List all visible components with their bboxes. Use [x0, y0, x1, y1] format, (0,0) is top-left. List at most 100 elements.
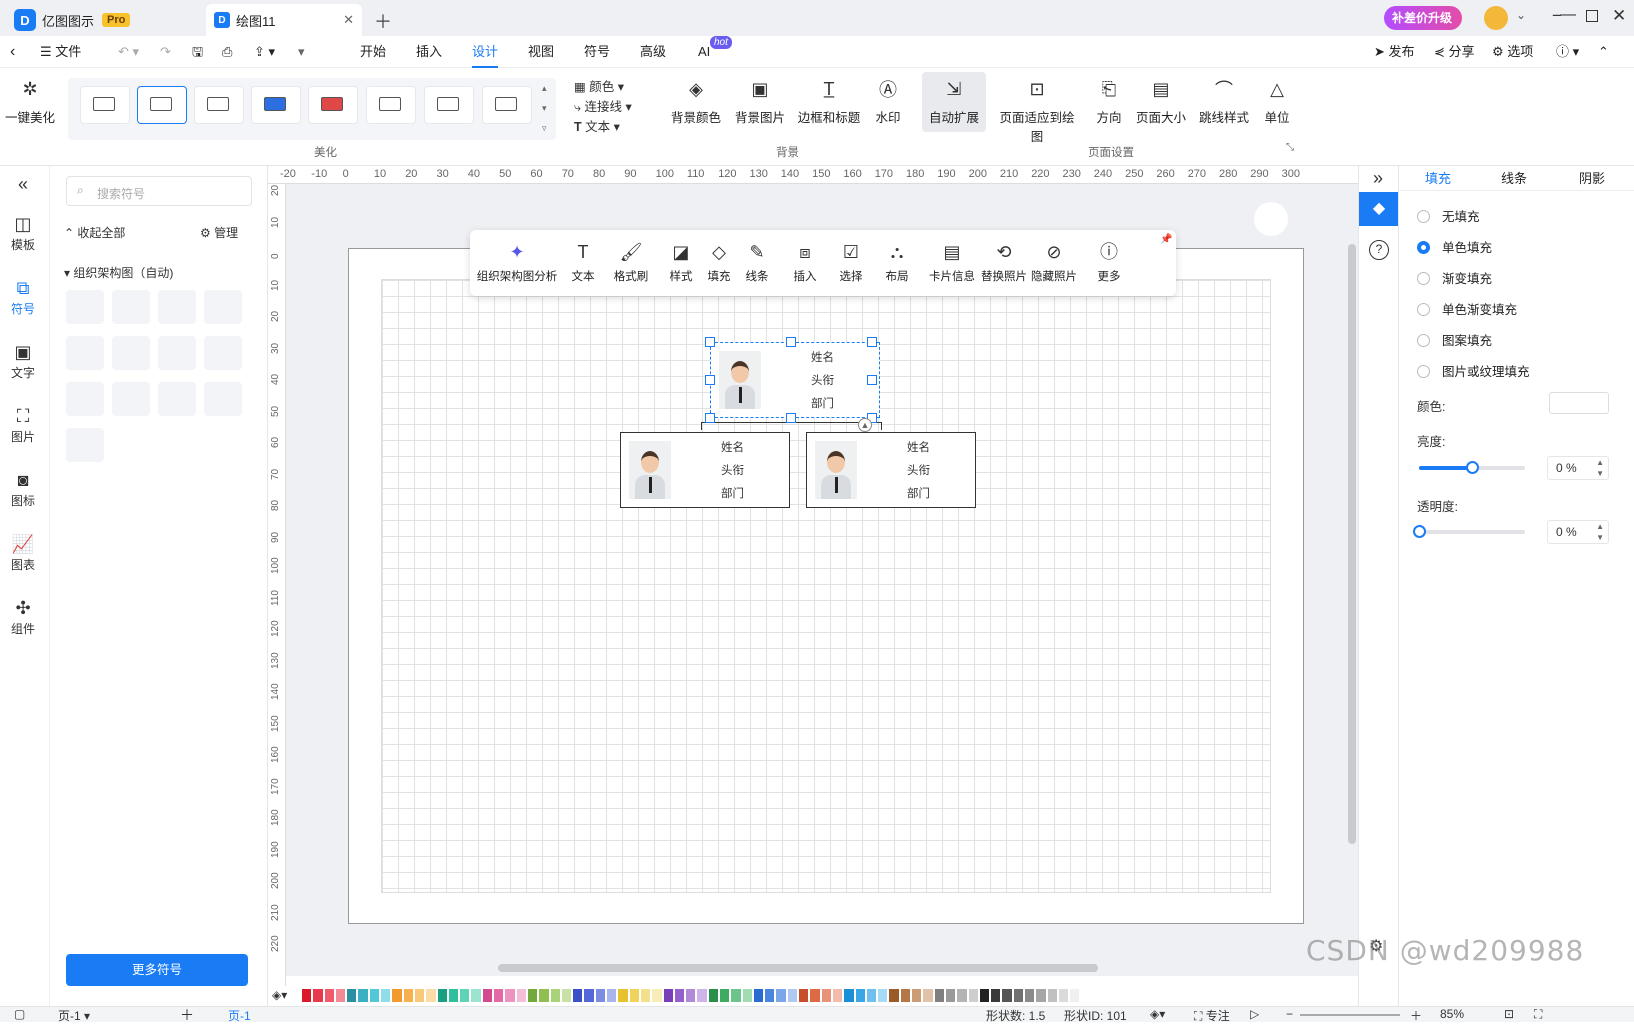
- color-swatch[interactable]: [494, 988, 504, 1002]
- fill-option-texture[interactable]: 图片或纹理填充: [1417, 361, 1530, 380]
- color-swatch[interactable]: [697, 988, 707, 1002]
- tab-line[interactable]: 线条: [1501, 168, 1527, 187]
- select-button[interactable]: ☑ 选择: [836, 240, 866, 284]
- maximize-icon[interactable]: [1586, 10, 1598, 22]
- color-swatch[interactable]: [584, 988, 594, 1002]
- undo-icon[interactable]: ↶ ▾: [118, 36, 139, 68]
- stepper-icon[interactable]: ▲ ▼: [1596, 457, 1604, 479]
- jump-style-button[interactable]: ⌒ 跳线样式: [1196, 76, 1252, 126]
- upgrade-button[interactable]: 补差价升级: [1384, 6, 1463, 30]
- replace-photo-button[interactable]: ⟲ 替换照片: [980, 240, 1028, 284]
- selection-handle[interactable]: [786, 413, 796, 423]
- more-symbols-button[interactable]: 更多符号: [66, 954, 248, 986]
- canvas-float-button[interactable]: [1254, 202, 1288, 236]
- color-swatch[interactable]: [471, 988, 481, 1002]
- color-swatch[interactable]: [866, 988, 877, 1002]
- insert-button[interactable]: ⧈ 插入: [790, 240, 820, 284]
- nav-templates[interactable]: ◫ 模板: [0, 212, 46, 253]
- minimize-icon[interactable]: —: [1560, 6, 1576, 24]
- border-title-button[interactable]: T̲ 边框和标题: [796, 76, 862, 126]
- color-swatch[interactable]: [855, 988, 865, 1002]
- symbol-thumb[interactable]: [66, 336, 104, 370]
- tab-fill[interactable]: 填充: [1425, 168, 1451, 187]
- fill-option-mono-gradient[interactable]: 单色渐变填充: [1417, 299, 1517, 318]
- redo-icon[interactable]: ↷: [160, 36, 171, 68]
- color-swatch[interactable]: [810, 988, 820, 1002]
- transparency-slider[interactable]: [1413, 525, 1525, 538]
- color-swatch[interactable]: [437, 988, 447, 1002]
- fill-panel-icon[interactable]: ◆: [1359, 192, 1399, 226]
- color-swatch[interactable]: [742, 988, 752, 1002]
- more-button[interactable]: ⓘ 更多: [1094, 240, 1124, 284]
- color-swatch[interactable]: [335, 988, 346, 1002]
- save-icon[interactable]: 🖫: [192, 36, 203, 68]
- color-swatch[interactable]: [505, 988, 515, 1002]
- color-swatch[interactable]: [607, 988, 617, 1002]
- close-window-icon[interactable]: ✕: [1612, 6, 1626, 26]
- expand-panel-icon[interactable]: »: [1373, 168, 1383, 189]
- auto-expand-button[interactable]: ⇲ 自动扩展: [924, 76, 984, 126]
- chevron-down-icon[interactable]: ⌄: [1516, 8, 1526, 22]
- color-swatch[interactable]: [527, 988, 538, 1002]
- color-swatch[interactable]: [392, 988, 402, 1002]
- menu-advanced[interactable]: 高级: [640, 36, 666, 68]
- menu-ai[interactable]: AI: [698, 36, 710, 68]
- color-swatch[interactable]: [832, 988, 843, 1002]
- dialog-launcher-icon[interactable]: ⤡: [1286, 142, 1294, 153]
- color-swatch[interactable]: [324, 988, 334, 1002]
- print-icon[interactable]: ⎙: [222, 36, 232, 68]
- style-button[interactable]: ◪ 样式: [666, 240, 696, 284]
- color-swatch[interactable]: [358, 988, 368, 1002]
- theme-6[interactable]: [366, 86, 416, 124]
- color-swatch[interactable]: [708, 988, 718, 1002]
- zoom-in-icon[interactable]: ＋: [1410, 1007, 1422, 1024]
- color-swatch[interactable]: [460, 988, 470, 1002]
- export-icon[interactable]: ⇪ ▾: [254, 36, 275, 68]
- brightness-slider[interactable]: [1419, 461, 1525, 474]
- color-swatch[interactable]: [482, 988, 493, 1002]
- color-swatch[interactable]: [403, 988, 413, 1002]
- fill-button[interactable]: ◇ 填充: [704, 240, 734, 284]
- selection-handle[interactable]: [705, 375, 715, 385]
- help-icon[interactable]: ⓘ ▾: [1556, 36, 1579, 68]
- file-menu[interactable]: ☰ 文件: [40, 36, 81, 68]
- hide-photo-button[interactable]: ⊘ 隐藏照片: [1030, 240, 1078, 284]
- selection-handle[interactable]: [867, 337, 877, 347]
- fullscreen-icon[interactable]: ⛶: [1534, 1007, 1542, 1022]
- quick-access-dropdown-icon[interactable]: ▾: [298, 36, 305, 68]
- symbol-thumb[interactable]: [66, 382, 104, 416]
- symbol-thumb[interactable]: [158, 290, 196, 324]
- color-swatch[interactable]: [1047, 988, 1057, 1002]
- theme-7[interactable]: [424, 86, 474, 124]
- color-swatch[interactable]: [539, 988, 549, 1002]
- publish-button[interactable]: ➤ 发布: [1374, 36, 1415, 68]
- fill-option-solid[interactable]: 单色填充: [1417, 237, 1492, 256]
- options-button[interactable]: ⚙ 选项: [1492, 36, 1533, 68]
- fit-window-icon[interactable]: ⊡: [1504, 1007, 1514, 1021]
- fill-option-none[interactable]: 无填充: [1417, 206, 1480, 225]
- canvas[interactable]: 姓名 头衔 部门 ▲ 姓名 头衔 部门 姓名 头衔 部门: [286, 184, 1358, 976]
- color-dropdown[interactable]: ▦ 颜色 ▾: [574, 76, 624, 95]
- color-swatch[interactable]: [957, 988, 967, 1002]
- menu-insert[interactable]: 插入: [416, 36, 442, 68]
- org-card-root[interactable]: 姓名 头衔 部门: [710, 342, 880, 418]
- theme-8[interactable]: [482, 86, 532, 124]
- minimize-window-icon[interactable]: −: [1552, 6, 1562, 26]
- color-swatch[interactable]: [945, 988, 956, 1002]
- collapse-panel-icon[interactable]: «: [0, 174, 46, 195]
- symbol-thumb[interactable]: [112, 336, 150, 370]
- color-swatch[interactable]: [369, 988, 380, 1002]
- document-tab[interactable]: D 绘图11 ✕: [206, 4, 362, 36]
- brightness-input[interactable]: 0 % ▲ ▼: [1547, 456, 1609, 480]
- color-swatch[interactable]: [561, 988, 572, 1002]
- color-swatch[interactable]: [923, 988, 933, 1002]
- color-swatch[interactable]: [844, 988, 854, 1002]
- page-tab[interactable]: 页-1: [228, 1007, 251, 1024]
- close-tab-icon[interactable]: ✕: [343, 12, 354, 28]
- color-swatch[interactable]: [516, 988, 526, 1002]
- theme-3[interactable]: [194, 86, 244, 124]
- symbol-thumb[interactable]: [112, 290, 150, 324]
- bg-image-button[interactable]: ▣ 背景图片: [732, 76, 788, 126]
- symbol-thumb[interactable]: [158, 382, 196, 416]
- color-swatch[interactable]: [991, 988, 1001, 1002]
